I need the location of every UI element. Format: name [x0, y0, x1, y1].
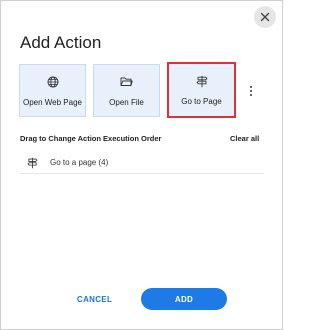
action-tiles: Open Web Page Open File Go to Page [19, 62, 236, 118]
tile-go-to-page[interactable]: Go to Page [167, 62, 236, 118]
clear-all-button[interactable]: Clear all [230, 134, 259, 143]
folder-icon [120, 75, 134, 89]
tile-label: Go to Page [181, 97, 222, 106]
add-action-dialog: Add Action Open Web Page Open File Go to… [0, 0, 283, 330]
action-list-item[interactable]: Go to a page (4) [20, 152, 264, 174]
more-options-button[interactable] [246, 83, 256, 99]
add-button[interactable]: ADD [141, 288, 227, 310]
tile-label: Open File [109, 97, 144, 107]
order-section-label: Drag to Change Action Execution Order [20, 134, 162, 143]
action-list-item-label: Go to a page (4) [50, 158, 109, 167]
dialog-title: Add Action [20, 33, 102, 52]
close-button[interactable] [254, 6, 276, 28]
close-icon [260, 12, 270, 22]
cancel-button[interactable]: CANCEL [77, 295, 112, 304]
globe-icon [46, 75, 60, 89]
signpost-icon [26, 157, 38, 169]
signpost-icon [195, 74, 209, 88]
more-vertical-icon [250, 86, 252, 96]
tile-open-web-page[interactable]: Open Web Page [19, 64, 86, 117]
tile-open-file[interactable]: Open File [93, 64, 160, 117]
tile-label: Open Web Page [22, 97, 82, 107]
